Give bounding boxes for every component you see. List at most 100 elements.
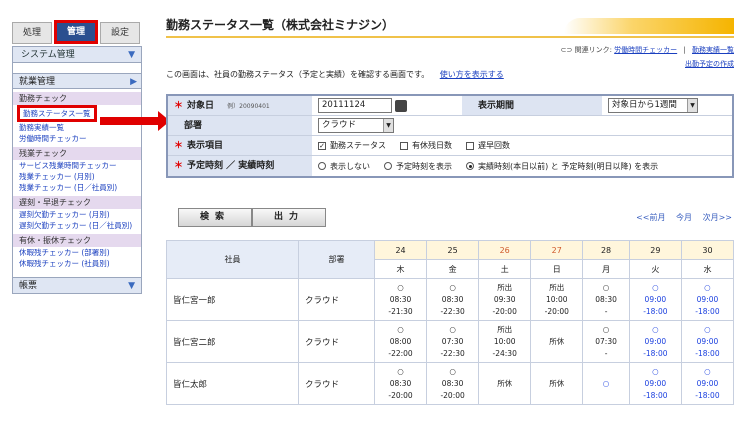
status-line: ○	[449, 282, 456, 292]
date-example: 例）20090401	[227, 103, 270, 110]
system-admin-header[interactable]: システム管理 ▼	[13, 47, 141, 63]
weekday-header: 木	[373, 259, 428, 279]
related-link-work-results[interactable]: 勤務実績一覧	[692, 46, 734, 54]
link-work-status-list[interactable]: 勤務ステータス一覧	[17, 105, 97, 122]
status-line: -18:00	[695, 306, 720, 316]
status-cell[interactable]: ○ 08:30 -20:00	[373, 362, 428, 405]
status-line: ○	[602, 282, 610, 292]
status-line: -22:30	[440, 348, 465, 358]
employee-name[interactable]: 皆仁太郎	[166, 362, 299, 405]
status-cell[interactable]: ○ 08:30 -21:30	[373, 278, 428, 321]
status-cell[interactable]: 所出 10:00 -20:00	[530, 278, 584, 321]
status-cell[interactable]: ○ 08:30 -	[582, 278, 630, 321]
status-cell[interactable]: 所休	[530, 362, 584, 405]
search-form: ＊対象日 例）20090401 20111124 表示期間 対象日から1週間 ▼ …	[166, 94, 734, 178]
table-header-dates: 社員 部署 24 25 26 27 28 29 30	[166, 240, 735, 279]
radio-planned[interactable]: 予定時刻を表示	[384, 161, 452, 172]
chevron-down-icon: ▼	[128, 281, 135, 291]
status-cell[interactable]: ○ 08:30 -20:00	[426, 362, 480, 405]
status-cell[interactable]: 所出 09:30 -20:00	[478, 278, 532, 321]
link-late-monthly[interactable]: 遅刻欠勤チェッカー (月別)	[13, 209, 141, 220]
date-input[interactable]: 20111124	[318, 98, 392, 113]
status-line: 08:30	[441, 294, 464, 304]
status-line: 08:30	[595, 294, 617, 304]
reports-label: 帳票	[19, 281, 38, 291]
radio-actual-planned[interactable]: 実績時刻(本日以前) と 予定時刻(明日以降) を表示	[466, 161, 658, 172]
weekday-header: 土	[478, 259, 532, 279]
work-management-section[interactable]: 就業管理 ▶	[13, 73, 141, 89]
related-label: 関連リンク:	[574, 46, 612, 54]
link-service-overtime[interactable]: サービス残業時間チェッカー	[13, 160, 141, 171]
status-cell[interactable]: ○ 09:00 -18:00	[628, 362, 682, 405]
status-line: -22:00	[388, 348, 413, 358]
status-cell[interactable]: ○ 08:00 -22:00	[373, 320, 428, 363]
page-title: 勤務ステータス一覧（株式会社ミナジン）	[166, 18, 395, 32]
dept-select[interactable]: クラウド ▼	[318, 118, 394, 133]
weekday-header: 火	[628, 259, 682, 279]
prev-month-link[interactable]: <<前月	[636, 213, 665, 222]
related-links: ⊂⊃ 関連リンク: 労働時間チェッカー | 勤務実績一覧 出勤予定の作成	[561, 45, 734, 69]
table-row: 皆仁太郎 クラウド ○ 08:30 -20:00 ○ 08:30 -20:00 所休 所休 ○ ○ 09…	[166, 362, 735, 405]
status-cell[interactable]: 所休	[530, 320, 584, 363]
status-line: ○	[397, 366, 404, 376]
status-line: 09:00	[644, 378, 667, 388]
radio-hide[interactable]: 表示しない	[318, 161, 370, 172]
link-late-daily[interactable]: 遅刻欠勤チェッカー (日／社員別)	[13, 220, 141, 231]
period-select[interactable]: 対象日から1週間 ▼	[608, 98, 698, 113]
status-line: 10:00	[493, 336, 516, 346]
status-cell[interactable]: ○ 08:30 -22:30	[426, 278, 480, 321]
date-header: 26	[478, 240, 532, 260]
status-line: ○	[652, 282, 659, 292]
howto-link[interactable]: 使い方を表示する	[440, 70, 504, 79]
status-cell[interactable]: ○ 07:30 -22:30	[426, 320, 480, 363]
weekday-header: 日	[530, 259, 584, 279]
status-cell[interactable]: 所出 10:00 -24:30	[478, 320, 532, 363]
tab-process[interactable]: 処理	[12, 22, 52, 44]
next-month-link[interactable]: 次月>>	[703, 213, 732, 222]
form-row-dept: 部署 クラウド ▼	[168, 116, 732, 136]
status-line: 09:30	[493, 294, 516, 304]
related-link-schedule-create[interactable]: 出勤予定の作成	[685, 60, 734, 68]
status-cell[interactable]: ○ 09:00 -18:00	[628, 278, 682, 321]
date-label: ＊対象日 例）20090401	[168, 96, 312, 115]
status-cell[interactable]: 所休	[478, 362, 532, 405]
status-cell[interactable]: ○ 09:00 -18:00	[680, 320, 735, 363]
link-holiday-dept[interactable]: 休暇残チェッカー (部署別)	[13, 247, 141, 258]
status-cell[interactable]: ○ 07:30 -	[582, 320, 630, 363]
output-button[interactable]: 出力	[252, 208, 326, 227]
employee-name[interactable]: 皆仁宮一郎	[166, 278, 299, 321]
status-cell[interactable]: ○ 09:00 -18:00	[628, 320, 682, 363]
link-overtime-daily[interactable]: 残業チェッカー (日／社員別)	[13, 182, 141, 193]
date-header: 24	[373, 240, 428, 260]
calendar-icon[interactable]	[395, 99, 407, 112]
period-label: 表示期間	[462, 96, 602, 115]
link-labor-time-checker[interactable]: 労働時間チェッカー	[13, 133, 141, 144]
status-cell[interactable]: ○ 09:00 -18:00	[680, 278, 735, 321]
tab-settings[interactable]: 設定	[100, 22, 140, 44]
reports-header[interactable]: 帳票 ▼	[13, 277, 141, 293]
related-link-labor-checker[interactable]: 労働時間チェッカー	[614, 46, 677, 54]
dept-label: 部署	[168, 116, 312, 135]
status-line: -	[604, 348, 608, 358]
link-holiday-employee[interactable]: 休暇残チェッカー (社員別)	[13, 258, 141, 269]
sidebar-menu: システム管理 ▼ 就業管理 ▶ 勤務チェック 勤務ステータス一覧 勤務実績一覧 …	[12, 46, 142, 294]
tab-admin[interactable]: 管理	[54, 20, 98, 44]
status-line: ○	[704, 366, 711, 376]
status-cell[interactable]: ○	[582, 362, 630, 405]
status-line: -24:30	[492, 348, 517, 358]
employee-name[interactable]: 皆仁宮二郎	[166, 320, 299, 363]
status-line: ○	[704, 282, 711, 292]
checkbox-paid-leave[interactable]: 有休残日数	[400, 140, 452, 151]
checkbox-work-status[interactable]: ✓ 勤務ステータス	[318, 140, 386, 151]
link-overtime-monthly[interactable]: 残業チェッカー (月別)	[13, 171, 141, 182]
description-text: この画面は、社員の勤務ステータス（予定と実績）を確認する画面です。	[166, 70, 430, 79]
dropdown-icon: ▼	[687, 99, 697, 112]
search-button[interactable]: 検索	[178, 208, 252, 227]
status-line: -20:00	[388, 390, 413, 400]
status-line: 所出	[497, 282, 513, 292]
status-cell[interactable]: ○ 09:00 -18:00	[680, 362, 735, 405]
current-month-link[interactable]: 今月	[676, 213, 692, 222]
status-line: -18:00	[695, 348, 720, 358]
checkbox-late-early[interactable]: 遅早回数	[466, 140, 510, 151]
status-line: 09:00	[644, 294, 667, 304]
